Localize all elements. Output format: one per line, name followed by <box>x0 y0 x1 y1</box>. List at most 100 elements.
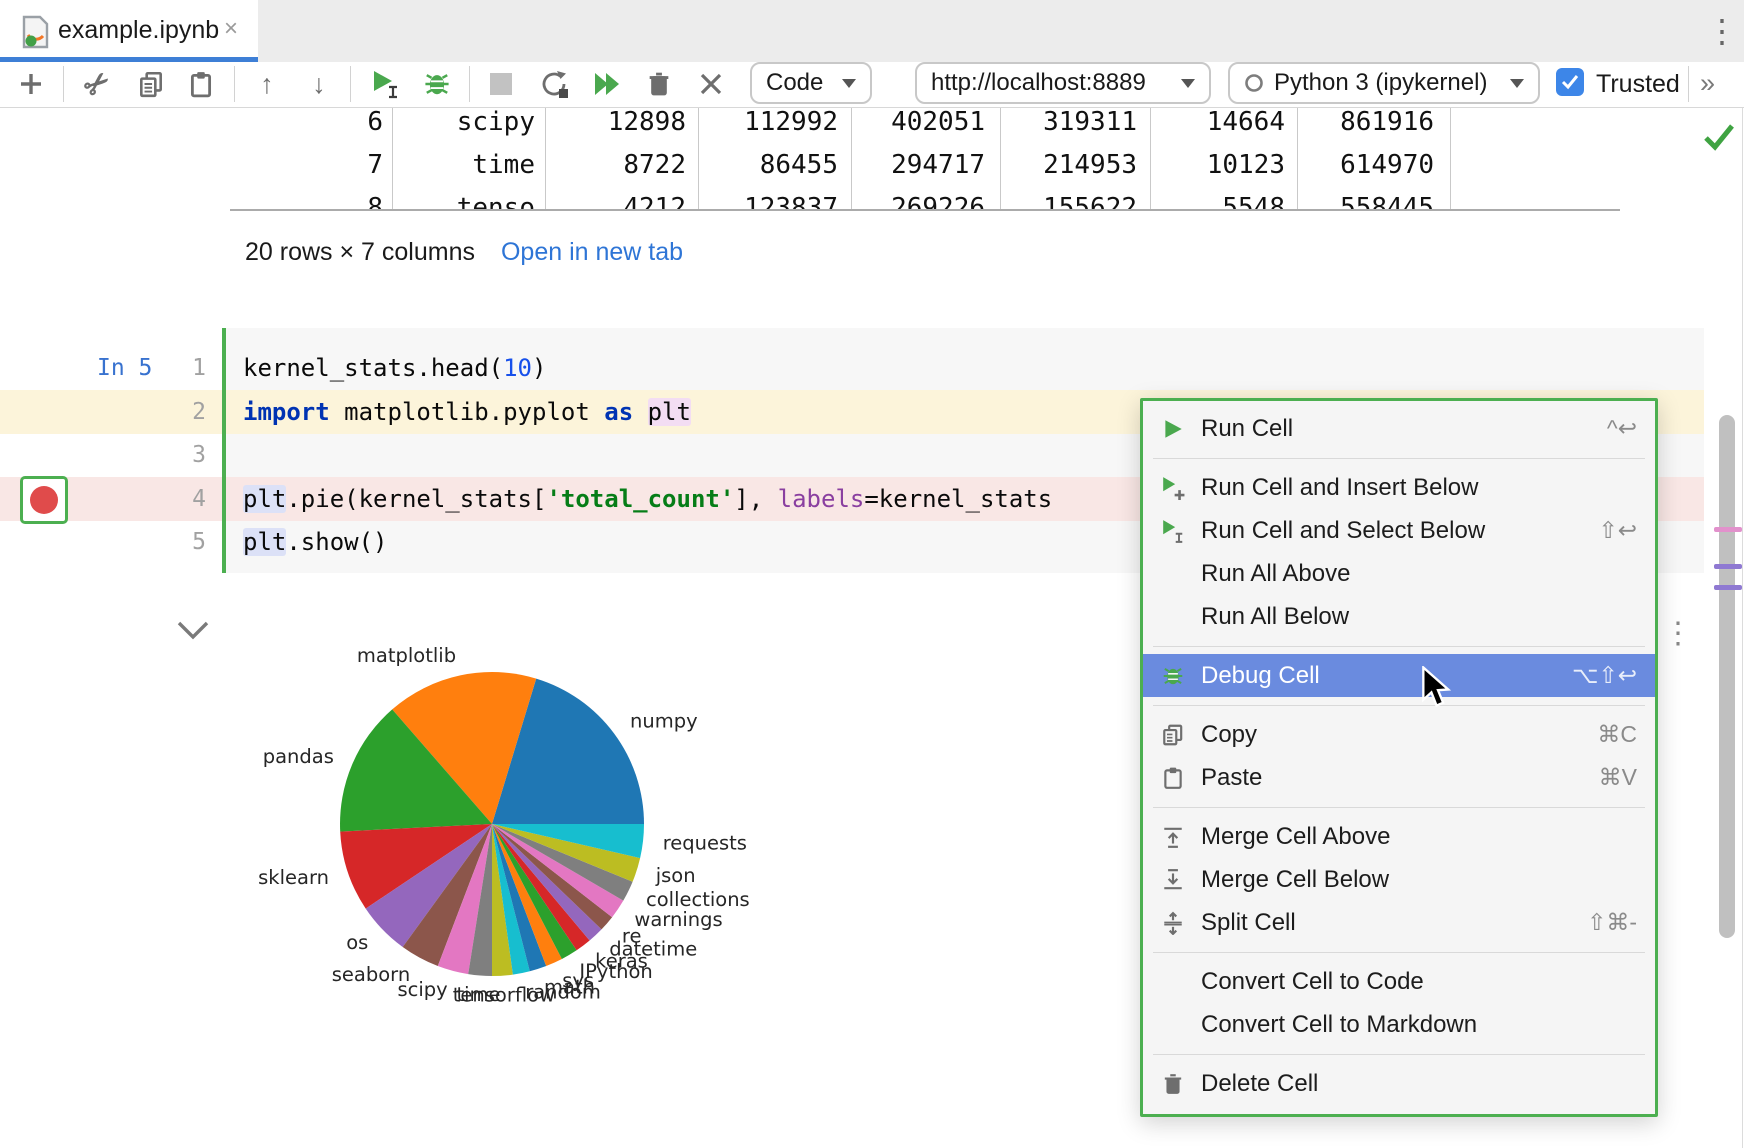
paste-cell-button[interactable] <box>183 66 219 102</box>
cell-options-kebab-icon[interactable]: ⋮ <box>1660 608 1696 664</box>
table-cell: 4212 <box>526 187 686 211</box>
table-cell: 8722 <box>526 144 686 186</box>
merge-below-icon <box>1161 867 1191 893</box>
more-actions-chevron[interactable]: » <box>1700 62 1715 106</box>
code-token: labels <box>778 485 865 513</box>
bug-icon <box>1161 663 1191 689</box>
menu-item-run-cell-and-insert-below[interactable]: Run Cell and Insert Below <box>1143 466 1655 509</box>
vertical-scrollbar[interactable] <box>1719 415 1735 938</box>
menu-item-run-all-below[interactable]: Run All Below <box>1143 595 1655 638</box>
debug-cell-button[interactable] <box>419 66 455 102</box>
line-number[interactable]: 5 <box>150 521 206 564</box>
copy-cell-button[interactable] <box>133 66 169 102</box>
move-cell-down-button[interactable]: ↓ <box>301 66 337 102</box>
line-number[interactable]: 3 <box>150 434 206 477</box>
code-line[interactable]: kernel_stats.head(10) <box>243 347 546 390</box>
open-in-new-tab-link[interactable]: Open in new tab <box>501 238 683 267</box>
menu-item-shortcut: ⌥⇧↩ <box>1572 662 1637 689</box>
chevron-down-icon <box>1181 79 1195 88</box>
menu-item-paste[interactable]: Paste⌘V <box>1143 756 1655 799</box>
add-cell-button[interactable] <box>13 66 49 102</box>
dataframe-output-table: 6scipy1289811299240205131931114664861916… <box>0 108 1744 211</box>
menu-item-convert-cell-to-markdown[interactable]: Convert Cell to Markdown <box>1143 1003 1655 1046</box>
line-number[interactable]: 4 <box>150 478 206 521</box>
trusted-checkbox[interactable] <box>1556 68 1584 96</box>
run-all-icon <box>592 70 622 98</box>
run-all-cells-button[interactable] <box>589 66 625 102</box>
table-row[interactable]: 6scipy1289811299240205131931114664861916 <box>0 108 1744 143</box>
table-row[interactable]: 7time87228645529471721495310123614970 <box>0 144 1744 186</box>
pie-label-matplotlib: matplotlib <box>357 644 456 667</box>
move-cell-up-button[interactable]: ↑ <box>249 66 285 102</box>
table-cell: 7 <box>223 144 383 186</box>
tab-example-ipynb[interactable]: example.ipynb × <box>0 0 258 62</box>
menu-item-label: Convert Cell to Markdown <box>1201 1011 1477 1039</box>
menu-item-delete-cell[interactable]: Delete Cell <box>1143 1062 1655 1105</box>
cell-type-dropdown[interactable]: Code <box>750 62 872 104</box>
cut-cell-button[interactable]: ✂ <box>80 66 116 102</box>
table-row[interactable]: 8tenso42121238372692261556225548558445 <box>0 187 1744 211</box>
menu-item-convert-cell-to-code[interactable]: Convert Cell to Code <box>1143 960 1655 1003</box>
error-stripe-mark[interactable] <box>1714 527 1742 532</box>
interrupt-kernel-button[interactable] <box>693 66 729 102</box>
line-number[interactable]: 2 <box>150 391 206 434</box>
code-token: kernel_stats.head( <box>243 354 503 382</box>
table-cell: time <box>375 144 535 186</box>
menu-item-label: Run All Above <box>1201 560 1350 588</box>
table-summary-row: 20 rows × 7 columns Open in new tab <box>245 236 683 268</box>
pie-label-scipy: scipy <box>397 978 447 1001</box>
jupyter-server-dropdown[interactable]: http://localhost:8889 <box>915 62 1211 104</box>
run-cell-button[interactable] <box>366 66 402 102</box>
menu-item-run-all-above[interactable]: Run All Above <box>1143 552 1655 595</box>
line-number[interactable]: 1 <box>150 347 206 390</box>
delete-cell-button[interactable] <box>641 66 677 102</box>
code-line[interactable]: plt.show() <box>243 521 388 564</box>
run-icon <box>368 68 400 100</box>
menu-item-label: Run Cell <box>1201 415 1293 443</box>
table-cell: 155622 <box>977 187 1137 211</box>
table-cell: 12898 <box>526 108 686 143</box>
menu-item-copy[interactable]: Copy⌘C <box>1143 713 1655 756</box>
breakpoint-icon[interactable] <box>30 486 58 514</box>
copy-icon <box>1161 722 1191 748</box>
code-line[interactable]: plt.pie(kernel_stats['total_count'], lab… <box>243 478 1052 521</box>
table-cell: 6 <box>223 108 383 143</box>
trash-icon <box>1161 1071 1191 1097</box>
menu-item-run-cell-and-select-below[interactable]: Run Cell and Select Below⇧↩ <box>1143 509 1655 552</box>
kernel-dropdown[interactable]: Python 3 (ipykernel) <box>1228 62 1540 104</box>
cell-selection-bar <box>222 328 226 573</box>
table-cell: tenso <box>375 187 535 211</box>
code-token: .show() <box>286 528 387 556</box>
menu-item-debug-cell[interactable]: Debug Cell⌥⇧↩ <box>1143 654 1655 697</box>
menu-item-run-cell[interactable]: Run Cell^↩ <box>1143 407 1655 450</box>
table-cell: scipy <box>375 108 535 143</box>
table-dimensions-label: 20 rows × 7 columns <box>245 238 475 267</box>
stop-kernel-button[interactable] <box>483 66 519 102</box>
ide-window: example.ipynb × ⋮ ✂ ↑ ↓ <box>0 0 1744 1148</box>
copy-icon <box>137 70 165 98</box>
code-line[interactable]: import matplotlib.pyplot as plt <box>243 391 691 434</box>
cell-success-check-icon <box>1702 120 1736 154</box>
code-token: 10 <box>503 354 532 382</box>
code-token: import <box>243 398 330 426</box>
menu-item-shortcut: ⇧⌘- <box>1587 909 1637 936</box>
menu-item-merge-cell-above[interactable]: Merge Cell Above <box>1143 815 1655 858</box>
menu-item-split-cell[interactable]: Split Cell⇧⌘- <box>1143 901 1655 944</box>
table-cell: 558445 <box>1274 187 1434 211</box>
menu-item-label: Convert Cell to Code <box>1201 968 1424 996</box>
pie-label-requests: requests <box>663 831 747 854</box>
server-url-value: http://localhost:8889 <box>931 69 1146 97</box>
pie-label-numpy: numpy <box>630 710 698 733</box>
tab-close-icon[interactable]: × <box>224 0 238 60</box>
restart-kernel-button[interactable] <box>536 66 572 102</box>
error-stripe-mark[interactable] <box>1714 585 1742 590</box>
table-cell: 123837 <box>678 187 838 211</box>
menu-separator <box>1143 1046 1655 1062</box>
execution-count-label: In 5 <box>97 347 152 390</box>
trusted-label: Trusted <box>1596 62 1680 106</box>
clipboard-icon <box>187 70 215 98</box>
menu-separator <box>1143 638 1655 654</box>
tab-options-kebab-icon[interactable]: ⋮ <box>1702 8 1742 56</box>
error-stripe-mark[interactable] <box>1714 564 1742 569</box>
menu-item-merge-cell-below[interactable]: Merge Cell Below <box>1143 858 1655 901</box>
